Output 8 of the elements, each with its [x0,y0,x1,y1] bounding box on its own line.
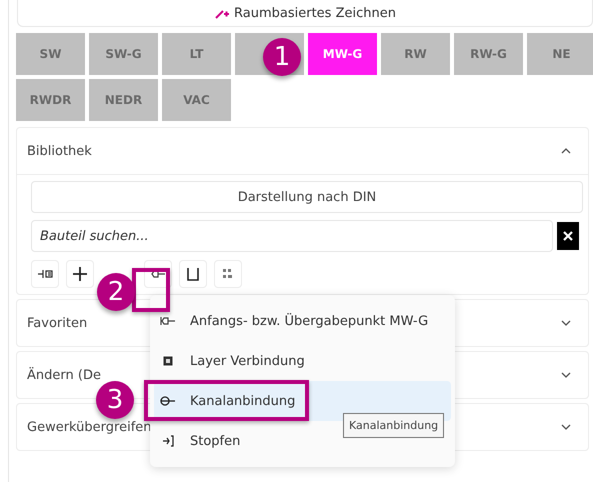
section-title: Favoriten [27,316,88,330]
section-title: Ändern (De [27,368,101,382]
draw-label: Raumbasiertes Zeichnen [234,6,396,20]
section-title: Gewerkübergreifen [27,420,152,434]
step-badge: 2 [97,273,135,311]
tooltip: Kanalanbindung [343,413,444,438]
section-title: Bibliothek [27,144,92,158]
step-badge: 3 [96,381,134,419]
